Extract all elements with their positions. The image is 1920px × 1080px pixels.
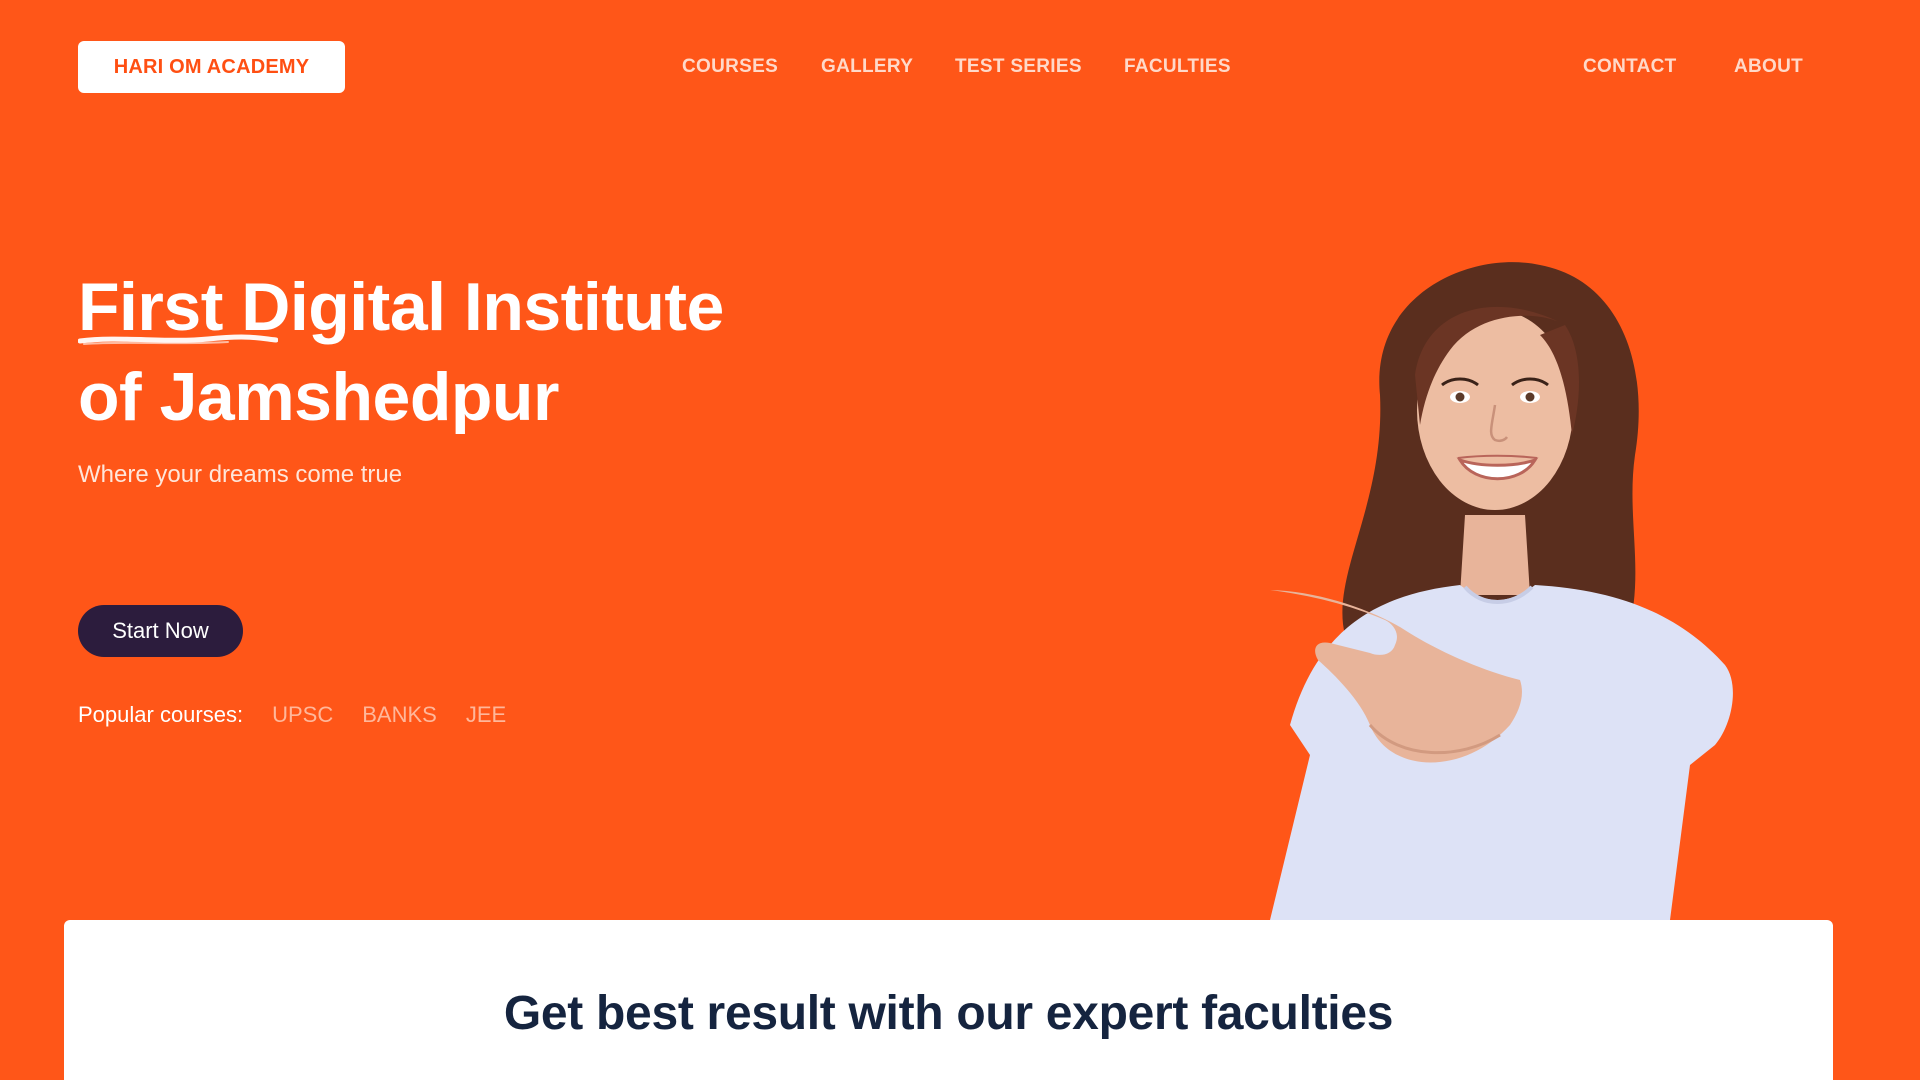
landing-page: HARI OM ACADEMY COURSES GALLERY TEST SER… (0, 0, 1920, 1080)
faculties-section-card: Get best result with our expert facultie… (64, 920, 1833, 1080)
nav-link-courses[interactable]: COURSES (682, 56, 778, 78)
popular-course-banks[interactable]: BANKS (362, 702, 437, 728)
popular-courses: Popular courses: UPSC BANKS JEE (78, 702, 535, 728)
start-now-button[interactable]: Start Now (78, 605, 243, 657)
nav-link-test-series[interactable]: TEST SERIES (955, 56, 1082, 78)
nav-link-gallery[interactable]: GALLERY (821, 56, 913, 78)
section-title: Get best result with our expert facultie… (503, 987, 1394, 1040)
popular-courses-label: Popular courses: (78, 702, 244, 727)
brush-underline-decoration (78, 334, 278, 345)
brand-logo-button[interactable]: HARI OM ACADEMY (78, 41, 345, 93)
hero-student-photo (1270, 262, 1733, 920)
hero-title-line-2: of Jamshedpur (78, 359, 559, 435)
popular-course-jee[interactable]: JEE (466, 702, 506, 728)
hero-subtitle: Where your dreams come true (78, 461, 403, 488)
nav-link-faculties[interactable]: FACULTIES (1124, 56, 1231, 78)
nav-link-about[interactable]: ABOUT (1734, 56, 1803, 78)
nav-link-contact[interactable]: CONTACT (1583, 56, 1677, 78)
hero-title: First Digital Institute of Jamshedpur (78, 262, 724, 442)
popular-course-upsc[interactable]: UPSC (272, 702, 333, 728)
